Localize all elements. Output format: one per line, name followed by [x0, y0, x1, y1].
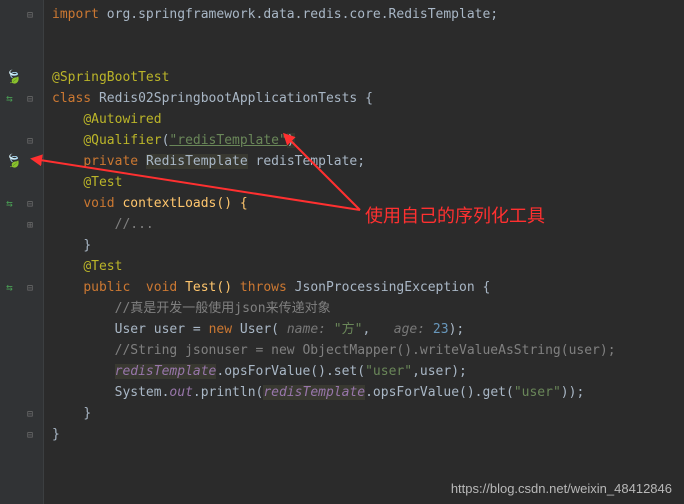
param-hint: name:	[287, 322, 326, 337]
exception-type: JsonProcessingException {	[287, 280, 491, 295]
annotation: @SpringBootTest	[52, 70, 169, 85]
annotation: @Test	[83, 175, 122, 190]
string-literal: "方"	[326, 322, 362, 337]
import-path: org.springframework.data.redis.core.Redi…	[99, 7, 498, 22]
keyword: import	[52, 7, 99, 22]
type: RedisTemplate	[146, 154, 248, 169]
code-editor: ⊟ 🍃 ⇆ ⊟ ⊟ 🍃 ⇆ ⊟ ⊞ ⇆ ⊟ ⊟ ⊟ import org.spring…	[0, 0, 684, 504]
comma: ,	[362, 322, 393, 337]
run-test-icon[interactable]: ⇆	[6, 281, 13, 294]
fold-icon[interactable]: ⊟	[27, 409, 37, 419]
type: User	[115, 322, 154, 337]
fold-icon[interactable]: ⊟	[27, 136, 37, 146]
string-literal: "redisTemplate"	[169, 133, 286, 148]
comment: //...	[115, 217, 154, 232]
method-call: .println(	[193, 385, 263, 400]
fold-icon[interactable]: ⊞	[27, 220, 37, 230]
keyword: class	[52, 91, 91, 106]
keyword: void	[130, 280, 177, 295]
paren: )	[287, 133, 295, 148]
bean-icon: 🍃	[4, 68, 24, 87]
method-name: Test()	[177, 280, 240, 295]
keyword: throws	[240, 280, 287, 295]
field-ref: redisTemplate	[263, 385, 365, 400]
run-test-icon[interactable]: ⇆	[6, 92, 13, 105]
watermark: https://blog.csdn.net/weixin_48412846	[451, 481, 672, 496]
field-decl: redisTemplate;	[248, 154, 365, 169]
field-ref: redisTemplate	[115, 364, 217, 379]
run-test-icon[interactable]: ⇆	[6, 197, 13, 210]
method-call: .opsForValue().get(	[365, 385, 514, 400]
paren: ));	[561, 385, 584, 400]
brace: }	[83, 238, 91, 253]
paren: );	[449, 322, 465, 337]
gutter: ⊟ 🍃 ⇆ ⊟ ⊟ 🍃 ⇆ ⊟ ⊞ ⇆ ⊟ ⊟ ⊟	[0, 0, 44, 504]
keyword: public	[83, 280, 130, 295]
ctor: User(	[232, 322, 287, 337]
annotation: @Qualifier	[83, 133, 161, 148]
keyword: private	[83, 154, 138, 169]
comment: //String jsonuser = new ObjectMapper().w…	[115, 343, 616, 358]
fold-icon[interactable]: ⊟	[27, 283, 37, 293]
class-decl: Redis02SpringbootApplicationTests {	[91, 91, 373, 106]
var-decl: user =	[154, 322, 209, 337]
keyword: void	[83, 196, 114, 211]
comment: //真是开发一般使用json来传递对象	[115, 301, 331, 316]
param-hint: age:	[394, 322, 425, 337]
args: ,user);	[412, 364, 467, 379]
string-literal: "user"	[365, 364, 412, 379]
brace: }	[52, 427, 60, 442]
annotation: @Test	[83, 259, 122, 274]
bean-icon: 🍃	[4, 152, 24, 171]
fold-icon[interactable]: ⊟	[27, 10, 37, 20]
field-ref: out	[169, 385, 192, 400]
brace: }	[83, 406, 91, 421]
class-ref: System.	[115, 385, 170, 400]
code-content[interactable]: import org.springframework.data.redis.co…	[44, 0, 684, 504]
fold-icon[interactable]: ⊟	[27, 199, 37, 209]
fold-icon[interactable]: ⊟	[27, 430, 37, 440]
fold-icon[interactable]: ⊟	[27, 94, 37, 104]
string-literal: "user"	[514, 385, 561, 400]
number-literal: 23	[425, 322, 448, 337]
method-name: contextLoads() {	[115, 196, 248, 211]
annotation: @Autowired	[83, 112, 161, 127]
method-call: .opsForValue().set(	[216, 364, 365, 379]
keyword: new	[209, 322, 232, 337]
